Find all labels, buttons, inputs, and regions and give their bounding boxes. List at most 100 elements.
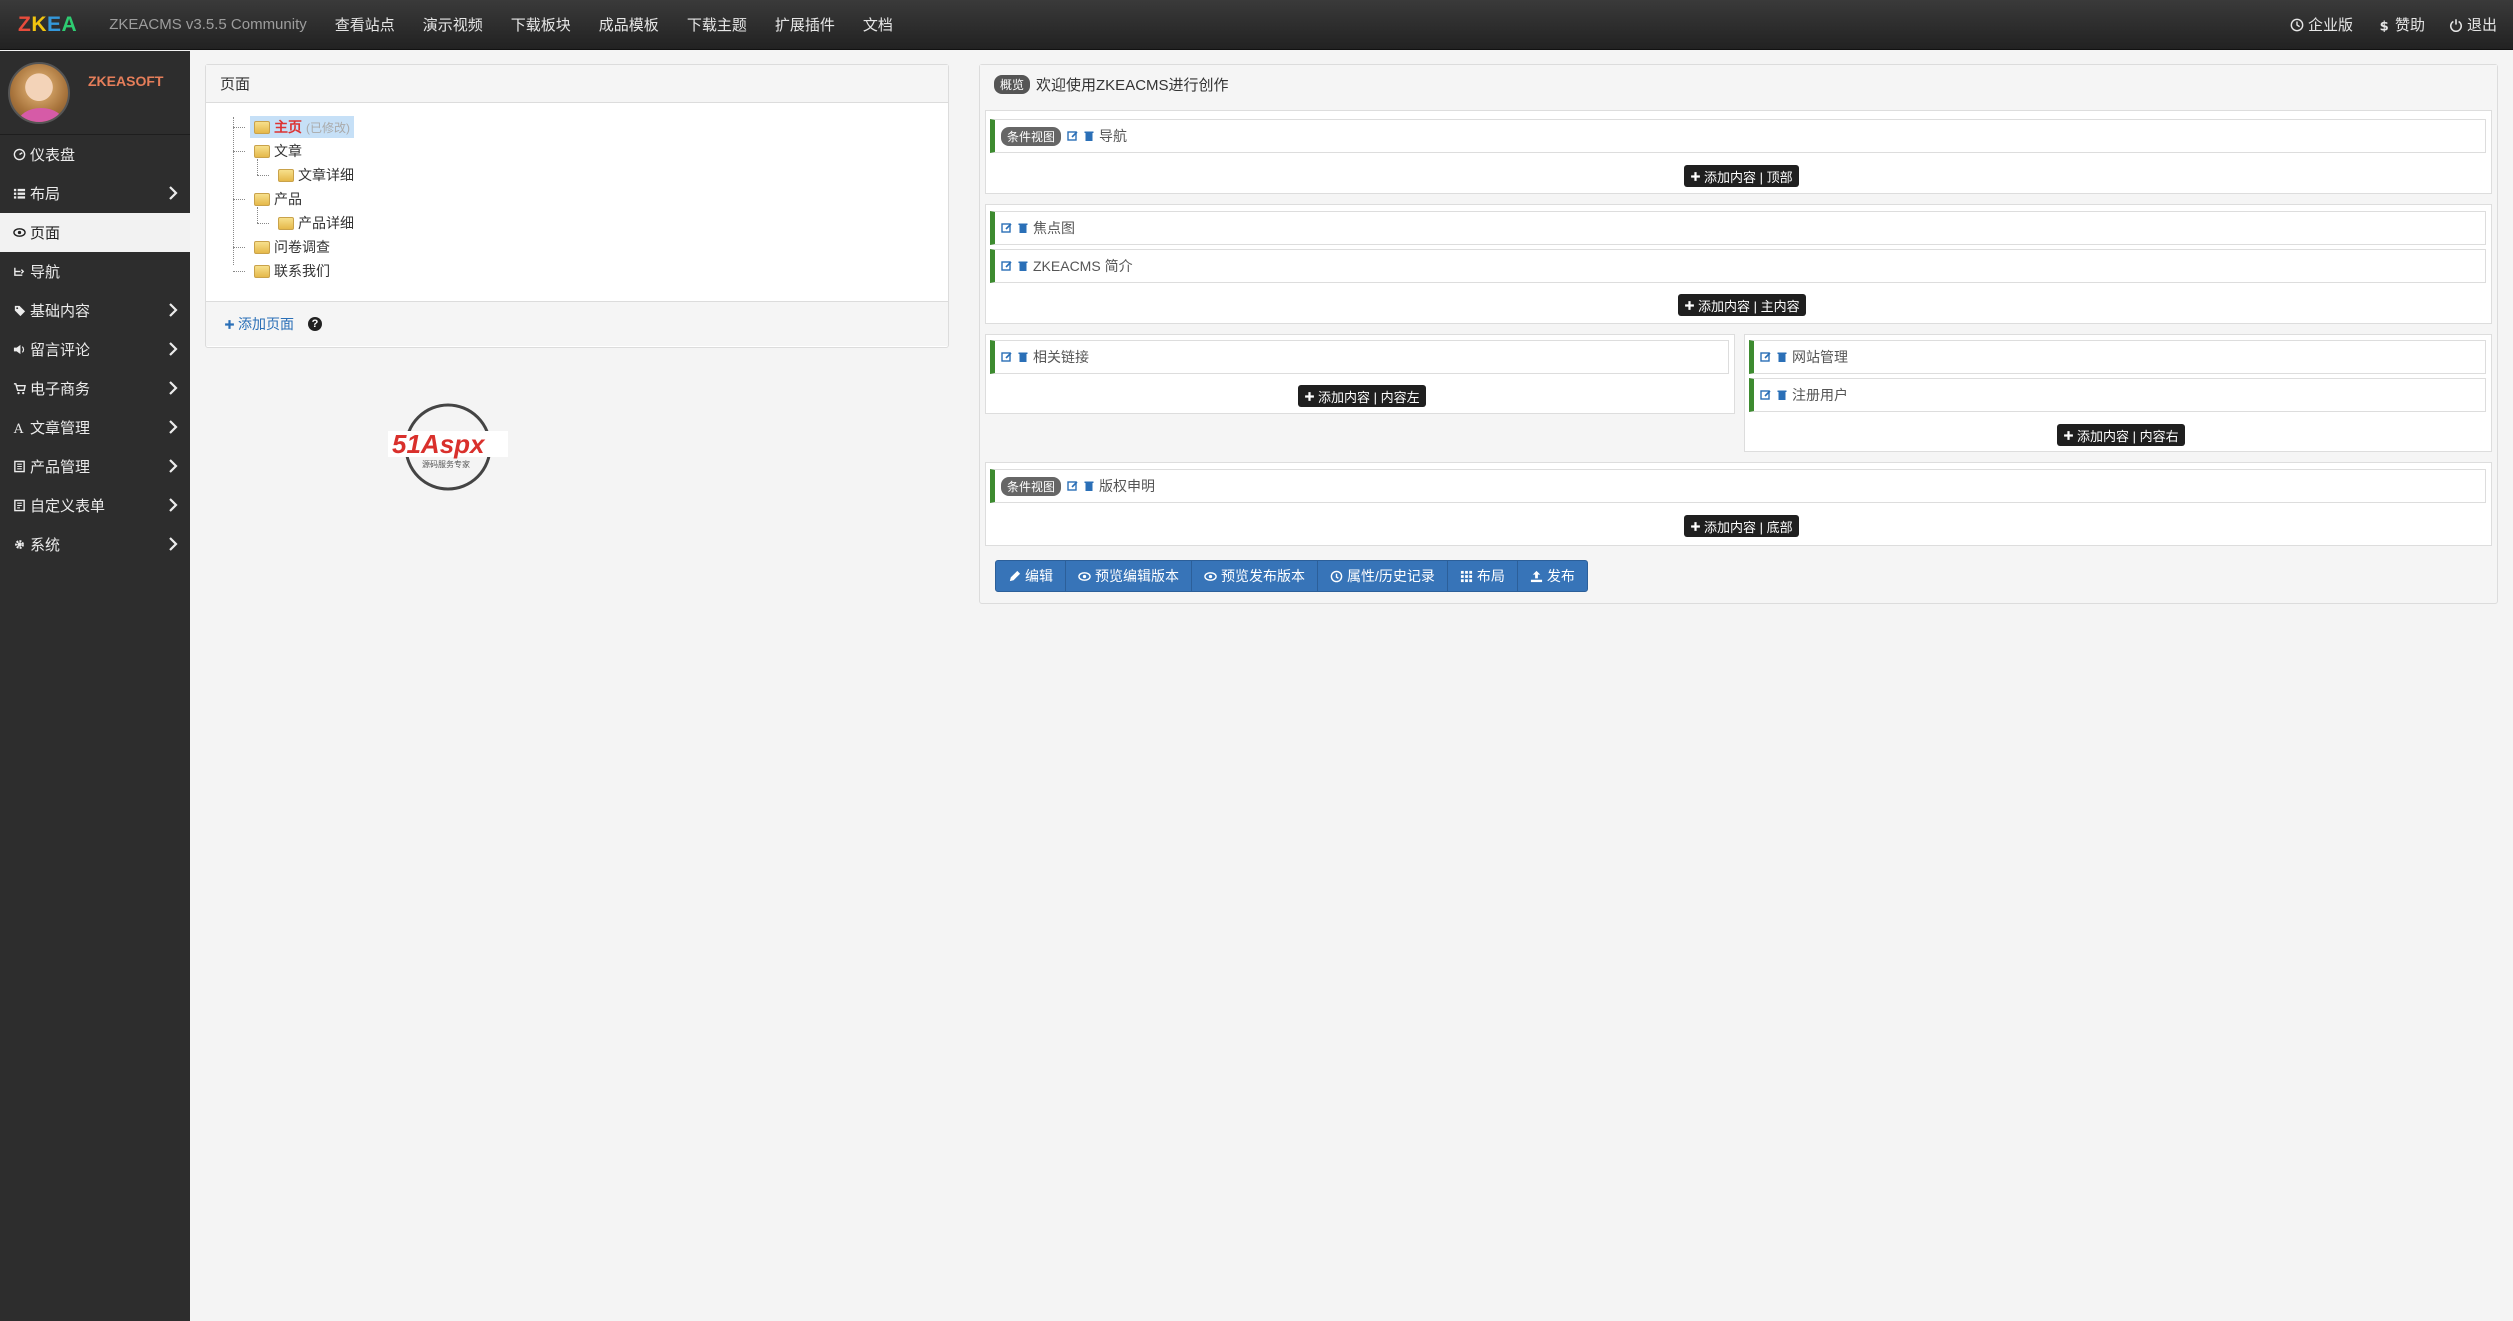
enterprise-label: 企业版 bbox=[2307, 17, 2353, 34]
nav-plugins[interactable]: 扩展插件 bbox=[761, 14, 849, 35]
sidebar-item-0[interactable]: 仪表盘 bbox=[0, 135, 190, 174]
logout-link[interactable]: 退出 bbox=[2437, 14, 2509, 35]
widget-links[interactable]: 相关链接 bbox=[990, 340, 1729, 374]
tree-node-article[interactable]: 文章 bbox=[226, 139, 948, 163]
sidebar-item-5[interactable]: 留言评论 bbox=[0, 330, 190, 369]
top-nav: 查看站点 演示视频 下载板块 成品模板 下载主题 扩展插件 文档 bbox=[321, 14, 907, 35]
enterprise-link[interactable]: 企业版 bbox=[2278, 14, 2365, 35]
add-content-top-button[interactable]: 添加内容 | 顶部 bbox=[1684, 165, 1799, 187]
tree-node-label: 问卷调查 bbox=[274, 239, 330, 255]
trash-icon[interactable] bbox=[1017, 351, 1029, 363]
nav-demo-video[interactable]: 演示视频 bbox=[409, 14, 497, 35]
add-content-label: 添加内容 | 内容左 bbox=[1318, 389, 1420, 405]
nav-templates[interactable]: 成品模板 bbox=[585, 14, 673, 35]
nav-docs[interactable]: 文档 bbox=[849, 14, 907, 35]
pages-panel: 页面 主页 (已修改) 文章 文章详细 产品 产品详细 问卷调查 联系我们 添加… bbox=[205, 64, 949, 348]
layout-panel-header: 概览 欢迎使用ZKEACMS进行创作 bbox=[980, 65, 2497, 103]
brand-letter: K bbox=[31, 12, 47, 36]
layout-button[interactable]: 布局 bbox=[1448, 561, 1518, 591]
sidebar-menu: 仪表盘 布局 页面导航基础内容 留言评论 电子商务 A 文章管理产品管理自定义表单 系统 bbox=[0, 135, 190, 564]
nav-view-site[interactable]: 查看站点 bbox=[321, 14, 409, 35]
brand-logo[interactable]: ZKEA bbox=[18, 13, 77, 37]
toolbar-label: 属性/历史记录 bbox=[1347, 568, 1435, 584]
sidebar-item-4[interactable]: 基础内容 bbox=[0, 291, 190, 330]
preview-draft-button[interactable]: 预览编辑版本 bbox=[1066, 561, 1192, 591]
trash-icon[interactable] bbox=[1776, 389, 1788, 401]
trash-icon[interactable] bbox=[1017, 260, 1029, 272]
sitemap-icon bbox=[12, 265, 26, 279]
tree-node-product[interactable]: 产品 bbox=[226, 187, 948, 211]
sidebar-item-1[interactable]: 布局 bbox=[0, 174, 190, 213]
add-content-right-button[interactable]: 添加内容 | 内容右 bbox=[2057, 424, 2185, 446]
nav-download-themes[interactable]: 下载主题 bbox=[673, 14, 761, 35]
sidebar-item-label: 文章管理 bbox=[30, 420, 91, 437]
tree-node-contact[interactable]: 联系我们 bbox=[226, 259, 948, 283]
edit-icon[interactable] bbox=[1760, 389, 1772, 401]
logo-text-sub: 源码服务专家 bbox=[422, 459, 470, 469]
edit-icon[interactable] bbox=[1067, 130, 1079, 142]
sponsor-label: 赞助 bbox=[2394, 17, 2425, 34]
clock-icon bbox=[1330, 570, 1343, 582]
add-content-bottom-button[interactable]: 添加内容 | 底部 bbox=[1684, 515, 1799, 537]
sidebar-item-2[interactable]: 页面 bbox=[0, 213, 190, 252]
toolbar-label: 预览编辑版本 bbox=[1095, 568, 1179, 584]
sidebar-item-7[interactable]: A 文章管理 bbox=[0, 408, 190, 447]
edit-icon[interactable] bbox=[1001, 260, 1013, 272]
trash-icon[interactable] bbox=[1083, 480, 1095, 492]
tree-node-survey[interactable]: 问卷调查 bbox=[226, 235, 948, 259]
sidebar-item-label: 产品管理 bbox=[30, 459, 91, 476]
nav-download-widgets[interactable]: 下载板块 bbox=[497, 14, 585, 35]
widget-nav[interactable]: 条件视图 导航 bbox=[990, 119, 2486, 153]
widget-intro[interactable]: ZKEACMS 简介 bbox=[990, 249, 2486, 283]
folder-icon bbox=[278, 216, 294, 230]
cart-icon bbox=[12, 382, 26, 396]
sidebar-item-9[interactable]: 自定义表单 bbox=[0, 486, 190, 525]
edit-icon[interactable] bbox=[1001, 222, 1013, 234]
history-button[interactable]: 属性/历史记录 bbox=[1318, 561, 1448, 591]
sidebar-item-10[interactable]: 系统 bbox=[0, 525, 190, 564]
brand-letter: E bbox=[47, 12, 62, 36]
tree-node-home[interactable]: 主页 (已修改) bbox=[226, 115, 948, 139]
sidebar-item-3[interactable]: 导航 bbox=[0, 252, 190, 291]
page-toolbar: 编辑 预览编辑版本 预览发布版本 属性/历史记录 布局 发布 bbox=[995, 560, 1588, 592]
avatar[interactable] bbox=[8, 61, 70, 124]
add-content-main-button[interactable]: 添加内容 | 主内容 bbox=[1678, 294, 1806, 316]
edit-icon[interactable] bbox=[1760, 351, 1772, 363]
widget-label: 导航 bbox=[1099, 128, 1128, 144]
sidebar-item-8[interactable]: 产品管理 bbox=[0, 447, 190, 486]
publish-button[interactable]: 发布 bbox=[1518, 561, 1587, 591]
widget-focus[interactable]: 焦点图 bbox=[990, 211, 2486, 245]
top-right-links: 企业版 $ 赞助 退出 bbox=[2278, 14, 2509, 35]
widget-site-admin[interactable]: 网站管理 bbox=[1749, 340, 2486, 374]
logo-text-main: 51Aspx bbox=[392, 429, 486, 459]
edit-button[interactable]: 编辑 bbox=[996, 561, 1066, 591]
folder-icon bbox=[254, 240, 270, 254]
widget-register[interactable]: 注册用户 bbox=[1749, 378, 2486, 412]
add-content-left-button[interactable]: 添加内容 | 内容左 bbox=[1298, 385, 1426, 407]
pencil-icon bbox=[1009, 570, 1021, 581]
trash-icon[interactable] bbox=[1083, 130, 1095, 142]
add-content-label: 添加内容 | 顶部 bbox=[1704, 169, 1793, 185]
51aspx-logo: 51Aspx 源码服务专家 bbox=[388, 403, 508, 491]
edit-icon[interactable] bbox=[1067, 480, 1079, 492]
tree-node-product-detail[interactable]: 产品详细 bbox=[226, 211, 948, 235]
brand-letter: A bbox=[61, 12, 78, 36]
layout-panel-title: 欢迎使用ZKEACMS进行创作 bbox=[1036, 76, 1229, 94]
edit-icon[interactable] bbox=[1001, 351, 1013, 363]
username: ZKEASOFT bbox=[88, 72, 164, 89]
add-page-button[interactable]: 添加页面 bbox=[224, 314, 294, 334]
tree-node-label: 联系我们 bbox=[274, 263, 330, 279]
question-icon[interactable]: ? bbox=[308, 317, 322, 331]
list-icon bbox=[12, 187, 26, 201]
tree-node-article-detail[interactable]: 文章详细 bbox=[226, 163, 948, 187]
sidebar-item-6[interactable]: 电子商务 bbox=[0, 369, 190, 408]
sidebar-item-label: 导航 bbox=[30, 264, 61, 281]
trash-icon[interactable] bbox=[1776, 351, 1788, 363]
trash-icon[interactable] bbox=[1017, 222, 1029, 234]
chevron-right-icon bbox=[169, 381, 178, 395]
dashboard-icon bbox=[12, 148, 26, 162]
folder-icon bbox=[254, 144, 270, 158]
preview-published-button[interactable]: 预览发布版本 bbox=[1192, 561, 1318, 591]
sponsor-link[interactable]: $ 赞助 bbox=[2365, 14, 2437, 35]
widget-copyright[interactable]: 条件视图 版权申明 bbox=[990, 469, 2486, 503]
